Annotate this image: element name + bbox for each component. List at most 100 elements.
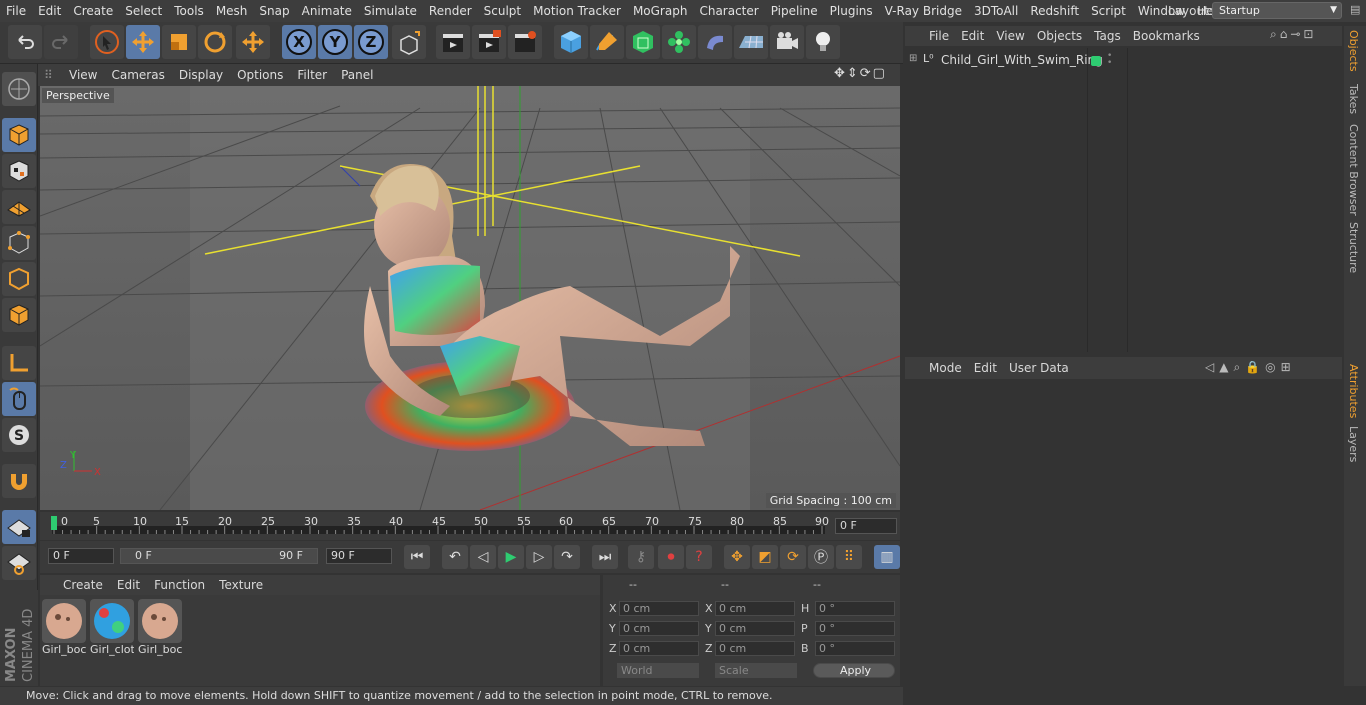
timeline-window-button[interactable]: ▥ <box>874 545 900 569</box>
menu-vray-bridge[interactable]: V-Ray Bridge <box>879 0 968 22</box>
subdivision-surface-button[interactable] <box>626 25 660 59</box>
viewport-menu-panel[interactable]: Panel <box>334 64 380 86</box>
tab-objects[interactable]: Objects <box>1347 30 1360 72</box>
attribute-menu-user-data[interactable]: User Data <box>1003 357 1075 379</box>
coordinate-system-button[interactable] <box>392 25 426 59</box>
rotation-h-field[interactable]: 0 ° <box>815 601 895 616</box>
render-to-picture-viewer-button[interactable] <box>472 25 506 59</box>
menu-motion-tracker[interactable]: Motion Tracker <box>527 0 627 22</box>
next-frame-button[interactable]: ▷ <box>526 545 552 569</box>
move-tool-button[interactable] <box>126 25 160 59</box>
points-mode-button[interactable] <box>2 226 36 260</box>
cloner-button[interactable] <box>662 25 696 59</box>
transform-tool-button[interactable] <box>236 25 270 59</box>
rotation-p-field[interactable]: 0 ° <box>815 621 895 636</box>
deformer-button[interactable] <box>698 25 732 59</box>
menu-mograph[interactable]: MoGraph <box>627 0 694 22</box>
tab-content-browser[interactable]: Content Browser <box>1347 124 1360 216</box>
autokeying-button[interactable]: ⏺ <box>658 545 684 569</box>
attribute-menu-mode[interactable]: Mode <box>923 357 968 379</box>
visibility-dots-icon[interactable]: • • <box>1107 52 1112 68</box>
rotate-tool-button[interactable] <box>198 25 232 59</box>
current-frame-field[interactable]: 0 F <box>835 518 897 534</box>
material-menu-create[interactable]: Create <box>56 575 110 595</box>
tab-takes[interactable]: Takes <box>1347 84 1360 114</box>
position-z-field[interactable]: 0 cm <box>619 641 699 656</box>
attribute-menu-edit[interactable]: Edit <box>968 357 1003 379</box>
menu-animate[interactable]: Animate <box>296 0 358 22</box>
viewport-navigation-icons[interactable]: ✥⇕⟳▢ <box>834 66 887 81</box>
workplane-lock-button[interactable] <box>2 510 36 544</box>
world-select[interactable]: World <box>617 663 699 678</box>
menu-pipeline[interactable]: Pipeline <box>765 0 824 22</box>
z-axis-lock-button[interactable]: Z <box>354 25 388 59</box>
record-active-objects-button[interactable]: ⚷ <box>628 545 654 569</box>
solo-button[interactable]: S <box>2 418 36 452</box>
snap-button[interactable] <box>2 464 36 498</box>
key-position-button[interactable]: ✥ <box>724 545 750 569</box>
x-axis-lock-button[interactable]: X <box>282 25 316 59</box>
viewport-menu-filter[interactable]: Filter <box>290 64 334 86</box>
viewport-menu-cameras[interactable]: Cameras <box>104 64 171 86</box>
menu-character[interactable]: Character <box>693 0 764 22</box>
menu-sculpt[interactable]: Sculpt <box>478 0 527 22</box>
menu-plugins[interactable]: Plugins <box>824 0 879 22</box>
y-axis-lock-button[interactable]: Y <box>318 25 352 59</box>
menu-mesh[interactable]: Mesh <box>210 0 254 22</box>
go-to-start-button[interactable]: ⏮ <box>404 545 430 569</box>
size-x-field[interactable]: 0 cm <box>715 601 795 616</box>
viewport-menu-display[interactable]: Display <box>172 64 230 86</box>
key-pla-button[interactable]: ⠿ <box>836 545 862 569</box>
previous-frame-button[interactable]: ◁ <box>470 545 496 569</box>
camera-button[interactable] <box>770 25 804 59</box>
key-scale-button[interactable]: ◩ <box>752 545 778 569</box>
menu-snap[interactable]: Snap <box>253 0 295 22</box>
object-menu-tags[interactable]: Tags <box>1088 26 1127 46</box>
viewport-menu-view[interactable]: View <box>62 64 104 86</box>
axis-mode-button[interactable] <box>2 346 36 380</box>
material-item[interactable]: Girl_clot <box>90 599 134 657</box>
window-menu-icon[interactable]: ▤ <box>1350 3 1360 16</box>
spline-pen-button[interactable] <box>590 25 624 59</box>
render-settings-button[interactable] <box>508 25 542 59</box>
floor-button[interactable] <box>734 25 768 59</box>
search-home-icons[interactable]: ⌕⌂⊸⊡ <box>1270 27 1316 42</box>
render-view-button[interactable] <box>436 25 470 59</box>
object-menu-bookmarks[interactable]: Bookmarks <box>1127 26 1206 46</box>
redo-button[interactable] <box>44 25 78 59</box>
light-button[interactable] <box>806 25 840 59</box>
menu-select[interactable]: Select <box>119 0 168 22</box>
size-y-field[interactable]: 0 cm <box>715 621 795 636</box>
workplane-mode-button[interactable] <box>2 190 36 224</box>
go-to-end-button[interactable]: ⏭ <box>592 545 618 569</box>
timeline-ruler[interactable]: 0 5 10 15 20 25 30 35 40 45 50 55 60 65 … <box>40 512 900 540</box>
edges-mode-button[interactable] <box>2 262 36 296</box>
apply-button[interactable]: Apply <box>813 663 895 678</box>
play-button[interactable]: ▶ <box>498 545 524 569</box>
menu-render[interactable]: Render <box>423 0 478 22</box>
viewport-menu-options[interactable]: Options <box>230 64 290 86</box>
undo-button[interactable] <box>8 25 42 59</box>
next-key-button[interactable]: ↷ <box>554 545 580 569</box>
menu-create[interactable]: Create <box>67 0 119 22</box>
start-frame-field[interactable]: 0 F <box>48 548 114 564</box>
end-frame-field[interactable]: 90 F <box>326 548 392 564</box>
material-item[interactable]: Girl_boc <box>42 599 86 657</box>
object-menu-edit[interactable]: Edit <box>955 26 990 46</box>
previous-key-button[interactable]: ↶ <box>442 545 468 569</box>
key-rotation-button[interactable]: ⟳ <box>780 545 806 569</box>
object-name[interactable]: Child_Girl_With_Swim_Ring <box>941 53 1103 67</box>
layout-select[interactable]: Startup ▼ <box>1212 2 1342 19</box>
tree-row[interactable]: ⊞ L⁰ Child_Girl_With_Swim_Ring • • <box>905 52 1342 70</box>
frame-range-slider[interactable]: 0 F 90 F <box>120 548 318 564</box>
menu-tools[interactable]: Tools <box>168 0 210 22</box>
key-parameter-button[interactable]: Ⓟ <box>808 545 834 569</box>
menu-file[interactable]: File <box>0 0 32 22</box>
texture-mode-button[interactable] <box>2 154 36 188</box>
object-menu-objects[interactable]: Objects <box>1031 26 1088 46</box>
cube-object-button[interactable] <box>554 25 588 59</box>
material-menu-texture[interactable]: Texture <box>212 575 270 595</box>
tab-structure[interactable]: Structure <box>1347 222 1360 273</box>
expand-icon[interactable]: ⊞ <box>909 53 917 64</box>
scale-select[interactable]: Scale <box>715 663 797 678</box>
